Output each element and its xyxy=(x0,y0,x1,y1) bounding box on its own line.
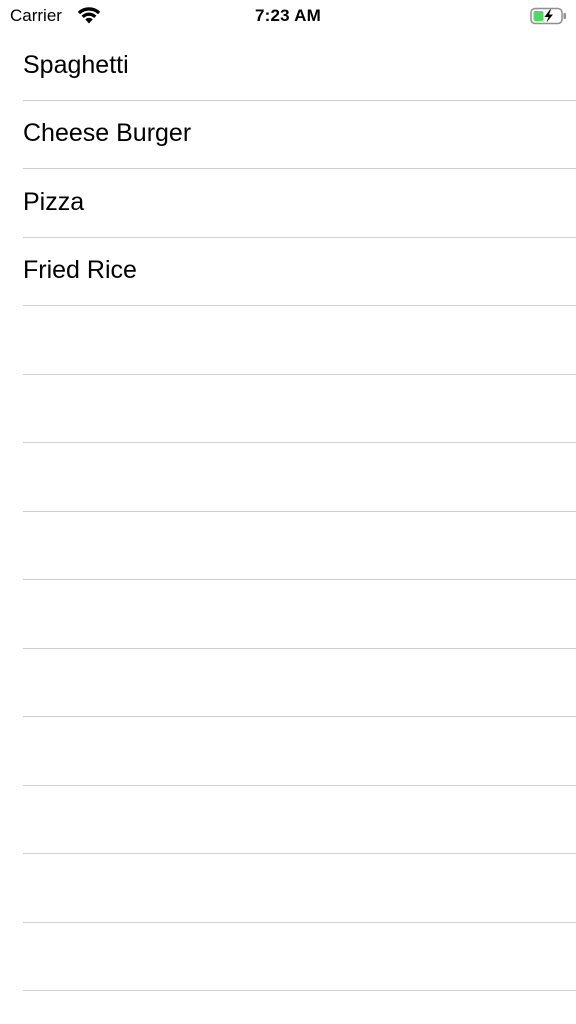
list-item[interactable]: Spaghetti xyxy=(23,32,576,101)
empty-row xyxy=(23,786,576,854)
empty-row xyxy=(23,306,576,375)
list-item[interactable]: Fried Rice xyxy=(23,238,576,306)
list-item-label: Fried Rice xyxy=(23,256,137,284)
empty-row xyxy=(23,649,576,717)
food-list[interactable]: Spaghetti Cheese Burger Pizza Fried Rice xyxy=(0,32,576,1024)
empty-row xyxy=(23,375,576,443)
list-item-label: Cheese Burger xyxy=(23,119,192,147)
empty-row xyxy=(23,512,576,580)
status-bar: Carrier 7:23 AM xyxy=(0,0,576,32)
status-time: 7:23 AM xyxy=(255,6,321,25)
empty-row xyxy=(23,854,576,923)
battery-charging-icon xyxy=(530,6,568,26)
list-item-label: Spaghetti xyxy=(23,50,129,79)
empty-row xyxy=(23,580,576,649)
empty-row xyxy=(23,923,576,991)
list-item[interactable]: Cheese Burger xyxy=(23,101,576,169)
empty-row xyxy=(23,717,576,786)
list-item-label: Pizza xyxy=(23,187,85,216)
empty-row xyxy=(23,443,576,512)
list-item[interactable]: Pizza xyxy=(23,169,576,238)
